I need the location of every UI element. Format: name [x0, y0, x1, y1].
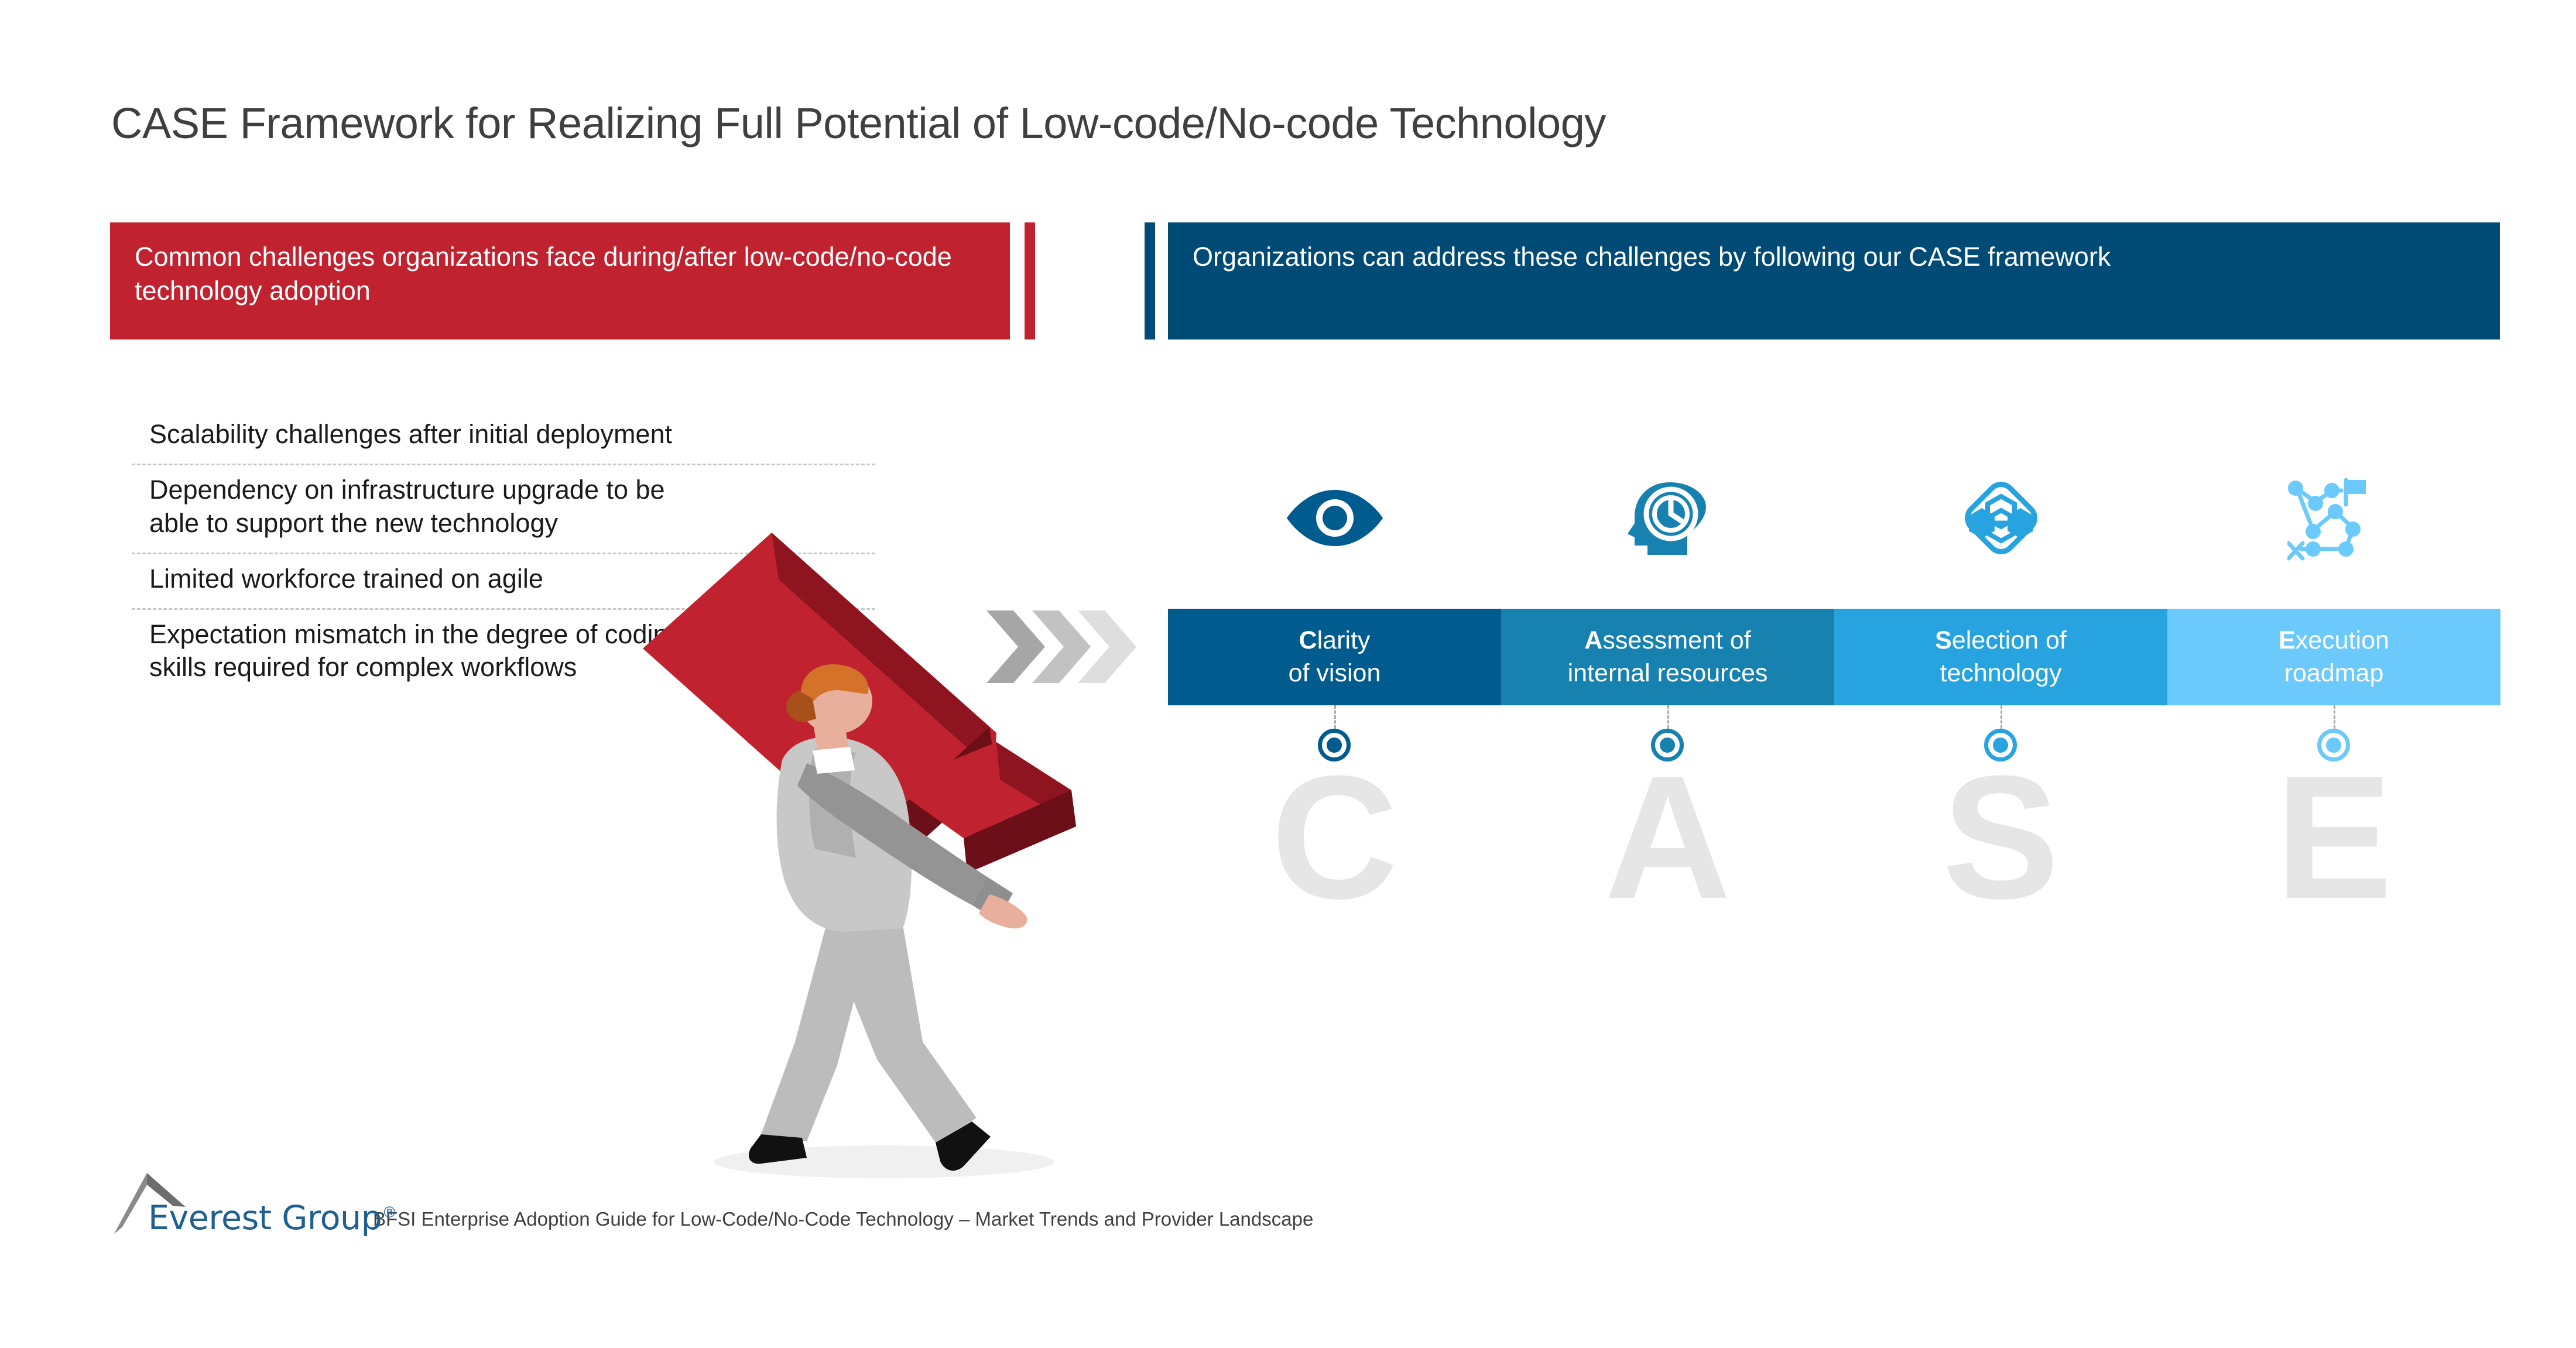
- footer-caption: BFSI Enterprise Adoption Guide for Low-C…: [373, 1208, 1314, 1230]
- head-clock-icon: [1501, 462, 1834, 574]
- case-framework: Clarity of vision C Assessment of intern…: [1168, 445, 2500, 960]
- framework-banner-accent-bar: [1145, 222, 1155, 339]
- pillar-label-line1: Execution: [2279, 625, 2389, 657]
- pillar-bar-clarity[interactable]: Clarity of vision: [1168, 609, 1501, 705]
- pillar-label-rest: election of: [1951, 626, 2067, 655]
- eye-icon: [1168, 462, 1501, 574]
- pillar-label-line2: internal resources: [1567, 658, 1768, 687]
- watermark-letter: C: [1271, 739, 1398, 935]
- pillar-label-rest: larity: [1317, 626, 1371, 655]
- challenges-banner-accent-bar: [1025, 222, 1035, 339]
- pillar-label-line2: of vision: [1288, 658, 1381, 687]
- everest-group-logo: Everest Group®: [114, 1171, 397, 1240]
- watermark-letter: E: [2275, 739, 2393, 935]
- challenges-banner-text: Common challenges organizations face dur…: [135, 242, 952, 306]
- pillar-label-rest: xecution: [2295, 626, 2389, 655]
- pillar-connector: [2334, 705, 2335, 729]
- pillar-selection[interactable]: Selection of technology S: [1834, 445, 2167, 960]
- pillar-initial: E: [2279, 626, 2296, 655]
- pillar-initial: C: [1299, 626, 1317, 655]
- flow-chevrons: [986, 606, 1139, 688]
- pillar-label-line2: technology: [1940, 658, 2062, 687]
- footer: Everest Group® BFSI Enterprise Adoption …: [114, 1171, 1313, 1240]
- chevron-1: [986, 610, 1045, 683]
- pillar-label-rest: ssessment of: [1602, 626, 1751, 655]
- pillar-label-line1: Assessment of: [1584, 625, 1751, 657]
- watermark-letter: A: [1604, 739, 1731, 935]
- pillar-connector: [1334, 705, 1336, 729]
- pillar-label-line1: Selection of: [1935, 625, 2067, 657]
- pillar-bar-execution[interactable]: Execution roadmap: [2167, 609, 2500, 705]
- list-item: Scalability challenges after initial dep…: [149, 419, 672, 449]
- tech-nodes-diamond-icon: [1834, 462, 2167, 574]
- page-title: CASE Framework for Realizing Full Potent…: [111, 99, 1606, 148]
- roadmap-icon: [2167, 462, 2500, 574]
- registered-mark: ®: [382, 1204, 397, 1222]
- pillar-label-line1: Clarity: [1299, 625, 1371, 657]
- framework-banner-text: Organizations can address these challeng…: [1193, 242, 2111, 272]
- pillar-bar-selection[interactable]: Selection of technology: [1834, 609, 2167, 705]
- logo-text: Everest Group®: [148, 1199, 397, 1237]
- watermark-letter: S: [1942, 739, 2060, 935]
- pillar-assessment[interactable]: Assessment of internal resources A: [1501, 445, 1834, 960]
- pillar-execution[interactable]: Execution roadmap E: [2167, 445, 2500, 960]
- list-item: Dependency on infrastructure upgrade to …: [149, 475, 665, 538]
- pillar-initial: S: [1935, 626, 1952, 655]
- pillar-initial: A: [1584, 626, 1603, 655]
- list-item: Limited workforce trained on agile: [149, 563, 543, 594]
- pillar-label-line2: roadmap: [2284, 658, 2384, 687]
- pillar-bar-assessment[interactable]: Assessment of internal resources: [1501, 609, 1834, 705]
- pillar-connector: [2000, 705, 2002, 729]
- challenges-banner: Common challenges organizations face dur…: [110, 222, 1010, 339]
- challenges-list: Scalability challenges after initial dep…: [132, 410, 875, 697]
- pillar-clarity[interactable]: Clarity of vision C: [1168, 445, 1501, 960]
- list-item: Expectation mismatch in the degree of co…: [149, 619, 683, 682]
- pillar-connector: [1667, 705, 1669, 729]
- framework-banner: Organizations can address these challeng…: [1168, 222, 2500, 339]
